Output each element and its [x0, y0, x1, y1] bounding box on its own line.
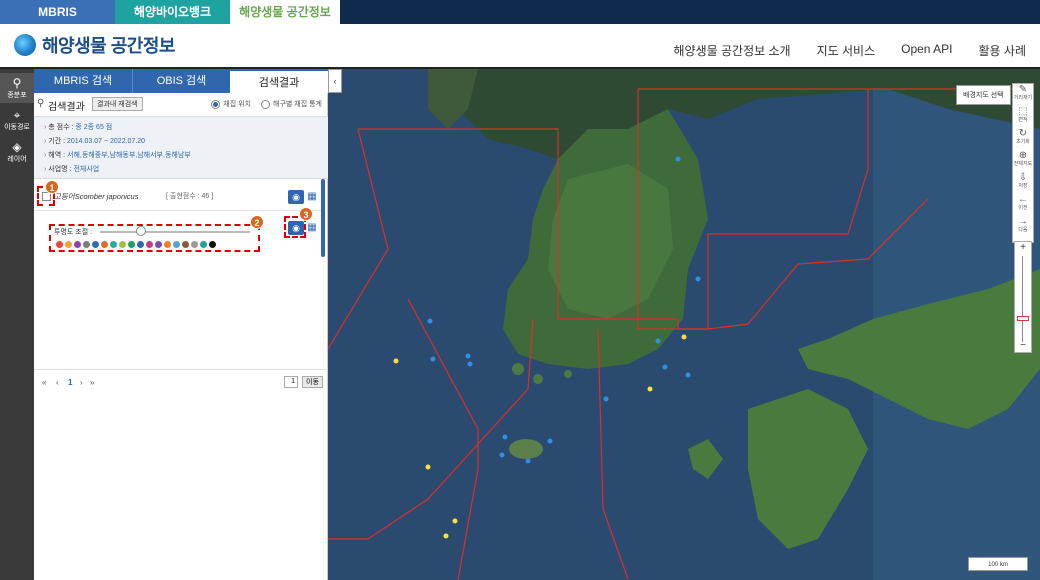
- search-icon: ⚲: [37, 98, 45, 109]
- scale-bar: 100 km: [968, 557, 1028, 571]
- last-page-button[interactable]: »: [90, 378, 94, 387]
- rail-item-layer[interactable]: ◈ 레이어: [0, 137, 34, 167]
- radio-dot: [261, 99, 271, 109]
- zoom-out-button[interactable]: −: [1015, 340, 1031, 352]
- tab-mbris-search[interactable]: MBRIS 검색: [34, 69, 132, 93]
- full-map-tool[interactable]: ⊕ 전체지도: [1013, 150, 1033, 172]
- radio-dot: [211, 99, 221, 109]
- logo[interactable]: 해양생물 공간정보: [14, 32, 175, 58]
- rail-item-route[interactable]: ⌖ 이동경로: [0, 105, 34, 135]
- summary-period: 기간 : 2014.03.07 ~ 2022.07.20: [44, 135, 328, 149]
- map-toolbar: ✎ 거리재기 ⬚ 면적 ↻ 초기화 ⊕ 전체지도 ⇩ 저장 ← 이전 → 다음: [1012, 83, 1034, 243]
- rail-item-label: 종분포: [7, 92, 27, 99]
- tab-obis-search[interactable]: OBIS 검색: [132, 69, 230, 93]
- first-page-button[interactable]: «: [42, 378, 46, 387]
- result-scrollbar[interactable]: [321, 179, 325, 257]
- reset-tool[interactable]: ↻ 초기화: [1013, 128, 1033, 150]
- rail-item-label: 이동경로: [4, 124, 30, 131]
- collapse-panel-button[interactable]: ‹: [328, 69, 342, 93]
- summary-sea-area: 해역 : 서해,동해중부,남해동부,남해서부,동해남부: [44, 149, 328, 163]
- callout-2-badge: 2: [250, 215, 264, 229]
- measure-distance-tool[interactable]: ✎ 거리재기: [1013, 84, 1033, 106]
- species-name: 고등어Scomber japonicus: [54, 192, 139, 201]
- measure-area-tool[interactable]: ⬚ 면적: [1013, 106, 1033, 128]
- save-tool[interactable]: ⇩ 저장: [1013, 172, 1033, 194]
- nav-map-service[interactable]: 지도 서비스: [817, 42, 876, 59]
- rail-item-label: 레이어: [7, 156, 27, 163]
- species-count: [ 출현점수 : 46 ]: [166, 193, 214, 200]
- species-row: 고등어Scomber japonicus [ 출현점수 : 46 ] ◉ ▦: [34, 183, 324, 211]
- zoom-in-button[interactable]: +: [1015, 242, 1031, 254]
- nav-open-api[interactable]: Open API: [901, 42, 952, 59]
- radio-collection-location[interactable]: 채집 위치: [211, 99, 251, 109]
- service-tab-mbris[interactable]: MBRIS: [0, 0, 115, 24]
- rail-item-distribution[interactable]: ⚲ 종분포: [0, 73, 34, 103]
- species-chart-icon[interactable]: ▦: [306, 190, 318, 204]
- nav-intro[interactable]: 해양생물 공간정보 소개: [674, 42, 791, 59]
- radio-grid-statistics[interactable]: 해구별 채집 통계: [261, 99, 322, 109]
- layer-chart-icon[interactable]: ▦: [306, 221, 318, 235]
- radio-label: 해구별 채집 통계: [273, 101, 322, 108]
- zoom-slider-knob[interactable]: [1017, 316, 1029, 321]
- left-rail: ⚲ 종분포 ⌖ 이동경로 ◈ 레이어: [0, 69, 34, 580]
- service-tab-spatial[interactable]: 해양생물 공간정보: [230, 0, 340, 24]
- route-icon: ⌖: [13, 108, 21, 122]
- results-header: ⚲ 검색결과 결과내 재검색 채집 위치 해구별 채집 통계: [34, 93, 328, 117]
- header: 해양생물 공간정보 해양생물 공간정보 소개 지도 서비스 Open API 활…: [0, 24, 1040, 68]
- go-page-button[interactable]: 이동: [302, 376, 323, 388]
- summary-project: 사업명 : 전체사업: [44, 163, 328, 177]
- search-panel: MBRIS 검색 OBIS 검색 검색결과 ⚲ 검색결과 결과내 재검색 채집 …: [34, 69, 328, 580]
- previous-tool[interactable]: ← 이전: [1013, 194, 1033, 216]
- tab-search-results[interactable]: 검색결과: [230, 69, 328, 93]
- species-visibility-button[interactable]: ◉: [288, 190, 304, 204]
- view-mode-radios: 채집 위치 해구별 채집 통계: [201, 99, 322, 109]
- logo-text: 해양생물 공간정보: [42, 36, 175, 56]
- basemap-select-button[interactable]: 배경지도 선택: [956, 85, 1011, 105]
- service-bar: MBRIS 해양바이오뱅크 해양생물 공간정보: [0, 0, 1040, 24]
- nav-use-cases[interactable]: 활용 사례: [979, 42, 1027, 59]
- layers-icon: ◈: [12, 140, 22, 154]
- panel-tabs: MBRIS 검색 OBIS 검색 검색결과: [34, 69, 328, 93]
- prev-page-button[interactable]: ‹: [56, 378, 59, 387]
- results-title: 검색결과: [48, 102, 85, 113]
- main-nav: 해양생물 공간정보 소개 지도 서비스 Open API 활용 사례: [648, 42, 1027, 59]
- next-page-button[interactable]: ›: [80, 378, 83, 387]
- callout-3-badge: 3: [299, 207, 313, 221]
- current-page[interactable]: 1: [68, 378, 72, 387]
- radio-label: 채집 위치: [223, 101, 252, 108]
- pagination: « ‹ 1 › » 1 이동: [34, 369, 328, 395]
- zoom-track[interactable]: [1022, 256, 1023, 342]
- zoom-control: + −: [1014, 241, 1032, 353]
- result-summary: 총 점수 : 종 2종 65 점 기간 : 2014.03.07 ~ 2022.…: [34, 117, 328, 179]
- logo-globe-icon: [14, 34, 36, 56]
- callout-1-badge: 1: [45, 180, 59, 194]
- refine-search-button[interactable]: 결과내 재검색: [92, 97, 143, 111]
- map-pin-icon: ⚲: [12, 76, 22, 90]
- satellite-basemap: [328, 69, 1040, 580]
- page-input[interactable]: 1: [284, 376, 298, 388]
- map-view[interactable]: 배경지도 선택 ✎ 거리재기 ⬚ 면적 ↻ 초기화 ⊕ 전체지도 ⇩ 저장 ← 이전 → 다음…: [328, 69, 1040, 580]
- service-tab-biobank[interactable]: 해양바이오뱅크: [115, 0, 230, 24]
- summary-total: 총 점수 : 종 2종 65 점: [44, 121, 328, 135]
- callout-2-box: [49, 224, 260, 252]
- next-tool[interactable]: → 다음: [1013, 216, 1033, 238]
